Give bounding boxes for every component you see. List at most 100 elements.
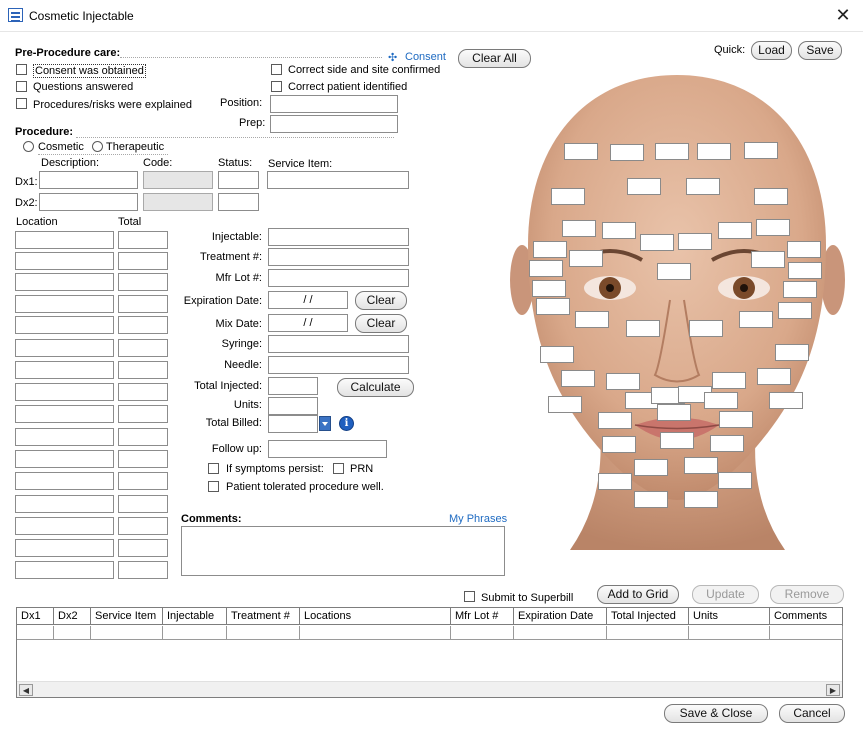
consent-obtained-checkbox[interactable]: [16, 64, 27, 75]
info-icon[interactable]: i: [339, 416, 354, 431]
grid-column-header[interactable]: Comments: [770, 608, 843, 625]
grid-column-header[interactable]: Injectable: [163, 608, 227, 625]
injectable-input[interactable]: [268, 228, 409, 246]
injection-site-input[interactable]: [561, 370, 595, 387]
injection-site-input[interactable]: [602, 436, 636, 453]
total-input[interactable]: [118, 450, 168, 468]
injection-site-input[interactable]: [626, 320, 660, 337]
injection-site-input[interactable]: [754, 188, 788, 205]
grid-cell[interactable]: [17, 626, 54, 640]
grid-cell[interactable]: [91, 626, 163, 640]
injection-site-input[interactable]: [532, 280, 566, 297]
grid-column-header[interactable]: Expiration Date: [514, 608, 607, 625]
location-input[interactable]: [15, 405, 114, 423]
prep-input[interactable]: [270, 115, 398, 133]
procedures-explained-checkbox[interactable]: [16, 98, 27, 109]
injection-site-input[interactable]: [787, 241, 821, 258]
total-input[interactable]: [118, 405, 168, 423]
injection-site-input[interactable]: [551, 188, 585, 205]
clear-all-button[interactable]: Clear All: [458, 49, 531, 68]
save-close-button[interactable]: Save & Close: [664, 704, 768, 723]
injection-site-input[interactable]: [610, 144, 644, 161]
injection-site-input[interactable]: [739, 311, 773, 328]
injection-site-input[interactable]: [710, 435, 744, 452]
injection-site-input[interactable]: [684, 457, 718, 474]
correct-side-checkbox[interactable]: [271, 64, 282, 75]
if-symptoms-checkbox[interactable]: [208, 463, 219, 474]
chevron-down-icon[interactable]: [319, 416, 331, 431]
injection-site-input[interactable]: [540, 346, 574, 363]
total-input[interactable]: [118, 339, 168, 357]
follow-up-input[interactable]: [268, 440, 387, 458]
clear-mix-date-button[interactable]: Clear: [355, 314, 407, 333]
horizontal-scrollbar[interactable]: ◀ ▶: [17, 681, 842, 697]
dx1-description-input[interactable]: [39, 171, 138, 189]
injection-grid[interactable]: Dx1 Dx2 Service Item Injectable Treatment # L…: [16, 607, 843, 698]
quick-save-button[interactable]: Save: [798, 41, 842, 60]
dx2-description-input[interactable]: [39, 193, 138, 211]
scroll-left-icon[interactable]: ◀: [19, 684, 33, 696]
location-input[interactable]: [15, 450, 114, 468]
grid-column-header[interactable]: Service Item: [91, 608, 163, 625]
injection-site-input[interactable]: [719, 411, 753, 428]
grid-column-header[interactable]: Dx1: [17, 608, 54, 625]
add-to-grid-button[interactable]: Add to Grid: [597, 585, 679, 604]
submit-superbill-checkbox[interactable]: [464, 591, 475, 602]
close-icon[interactable]: ✕: [833, 5, 853, 25]
location-input[interactable]: [15, 472, 114, 490]
expiration-date-input[interactable]: / /: [268, 291, 348, 309]
mfr-lot-input[interactable]: [268, 269, 409, 287]
injection-site-input[interactable]: [606, 373, 640, 390]
grid-column-header[interactable]: Units: [689, 608, 770, 625]
injection-site-input[interactable]: [562, 220, 596, 237]
grid-cell[interactable]: [770, 626, 843, 640]
injection-site-input[interactable]: [678, 233, 712, 250]
location-input[interactable]: [15, 339, 114, 357]
total-input[interactable]: [118, 472, 168, 490]
clear-expiration-button[interactable]: Clear: [355, 291, 407, 310]
location-input[interactable]: [15, 273, 114, 291]
injection-site-input[interactable]: [704, 392, 738, 409]
injection-site-input[interactable]: [634, 459, 668, 476]
location-input[interactable]: [15, 517, 114, 535]
injection-site-input[interactable]: [783, 281, 817, 298]
total-input[interactable]: [118, 361, 168, 379]
injection-site-input[interactable]: [575, 311, 609, 328]
injection-site-input[interactable]: [640, 234, 674, 251]
treatment-input[interactable]: [268, 248, 409, 266]
grid-cell[interactable]: [689, 626, 770, 640]
injection-site-input[interactable]: [718, 222, 752, 239]
therapeutic-radio[interactable]: [92, 141, 103, 152]
tolerated-checkbox[interactable]: [208, 481, 219, 492]
grid-cell[interactable]: [514, 626, 607, 640]
needle-input[interactable]: [268, 356, 409, 374]
grid-cell[interactable]: [607, 626, 689, 640]
injection-site-input[interactable]: [712, 372, 746, 389]
injection-site-input[interactable]: [684, 491, 718, 508]
location-input[interactable]: [15, 295, 114, 313]
total-input[interactable]: [118, 252, 168, 270]
total-input[interactable]: [118, 495, 168, 513]
consent-link[interactable]: Consent: [405, 51, 446, 63]
injection-site-input[interactable]: [757, 368, 791, 385]
injection-site-input[interactable]: [718, 472, 752, 489]
location-input[interactable]: [15, 361, 114, 379]
injection-site-input[interactable]: [548, 396, 582, 413]
units-input[interactable]: [268, 397, 318, 415]
location-input[interactable]: [15, 252, 114, 270]
dx1-status-input[interactable]: [218, 171, 259, 189]
grid-cell[interactable]: [54, 626, 91, 640]
cosmetic-radio[interactable]: [23, 141, 34, 152]
grid-cell[interactable]: [163, 626, 227, 640]
load-button[interactable]: Load: [751, 41, 792, 60]
injection-site-input[interactable]: [627, 178, 661, 195]
location-input[interactable]: [15, 539, 114, 557]
grid-cell[interactable]: [227, 626, 300, 640]
location-input[interactable]: [15, 383, 114, 401]
update-button[interactable]: Update: [692, 585, 759, 604]
grid-column-header[interactable]: Locations: [300, 608, 451, 625]
injection-site-input[interactable]: [775, 344, 809, 361]
remove-button[interactable]: Remove: [770, 585, 844, 604]
comments-textarea[interactable]: [181, 526, 505, 576]
injection-site-input[interactable]: [689, 320, 723, 337]
